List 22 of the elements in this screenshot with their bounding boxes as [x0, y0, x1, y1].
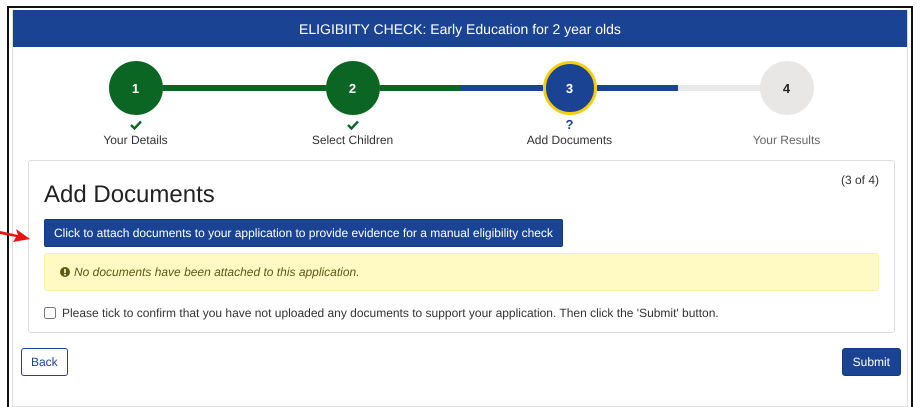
- confirm-checkbox[interactable]: [44, 307, 56, 319]
- step-count: (3 of 4): [840, 173, 879, 187]
- page-title: ELIGIBIITY CHECK: Early Education for 2 year olds: [299, 20, 621, 36]
- step-label: Select Children: [312, 133, 394, 147]
- step-label: Your Results: [752, 133, 820, 147]
- step-circle: 4: [760, 61, 814, 115]
- step-mark: ?: [566, 118, 574, 132]
- submit-button[interactable]: Submit: [842, 348, 901, 376]
- annotation-arrow: [0, 226, 30, 244]
- confirm-label: Please tick to confirm that you have not uploaded any documents to support your application. Then click the 'Submit' button.: [62, 306, 719, 320]
- check-icon: [346, 120, 358, 130]
- card-title: Add Documents: [44, 181, 215, 209]
- alert-message: No documents have been attached to this application.: [74, 265, 360, 279]
- step-label: Your Details: [103, 133, 168, 147]
- step-label: Add Documents: [526, 133, 612, 147]
- step-circle: 2: [326, 61, 380, 115]
- attach-documents-button[interactable]: Click to attach documents to your application to provide evidence for a manual eligibility check: [44, 219, 563, 247]
- back-button[interactable]: Back: [21, 348, 68, 376]
- check-icon: [130, 120, 142, 130]
- warning-icon: [60, 267, 70, 277]
- step-circle: 1: [108, 61, 162, 115]
- step-circle: 3: [542, 61, 596, 115]
